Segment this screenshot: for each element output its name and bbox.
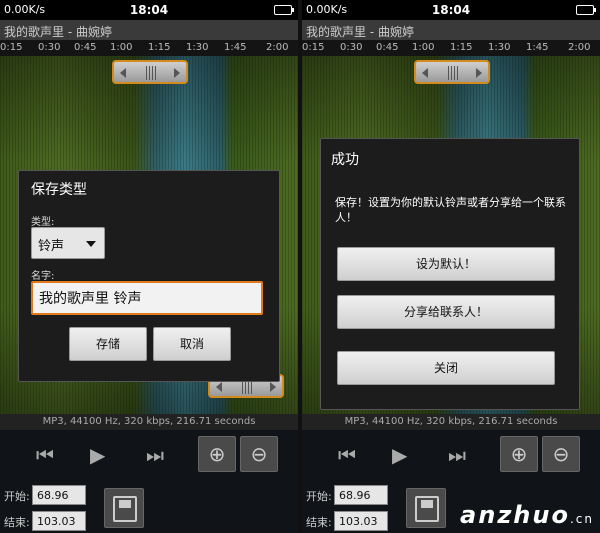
tick-label: 0:45 [376, 42, 399, 53]
name-input[interactable] [31, 281, 263, 315]
dropdown-caret-icon [86, 241, 96, 247]
player-controls: ⏮ ▶ ⏭ ⊕ ⊖ 开始: 68.96 结束: 103.03 [0, 430, 298, 533]
arrow-left-icon [216, 382, 222, 392]
next-button[interactable]: ⏭ [448, 445, 466, 465]
battery-icon [576, 5, 596, 15]
arrow-right-icon [270, 382, 276, 392]
app-title: 我的歌声里 - 曲婉婷 [0, 20, 298, 40]
audio-info: MP3, 44100 Hz, 320 kbps, 216.71 seconds [0, 414, 298, 430]
play-button[interactable]: ▶ [90, 445, 105, 465]
tick-label: 1:00 [412, 42, 435, 53]
start-label: 开始: [4, 490, 30, 503]
tick-label: 0:30 [340, 42, 363, 53]
screenshot: 0.00K/s 18:04 我的歌声里 - 曲婉婷 0:15 0:30 0:45… [0, 0, 600, 533]
tick-label: 1:30 [186, 42, 209, 53]
tick-label: 1:30 [488, 42, 511, 53]
save-button[interactable] [104, 488, 144, 528]
end-label: 结束: [306, 516, 332, 529]
tick-label: 1:00 [110, 42, 133, 53]
tick-label: 1:45 [224, 42, 247, 53]
end-label: 结束: [4, 516, 30, 529]
start-marker-handle[interactable] [112, 60, 188, 84]
dialog-title: 保存类型 [31, 182, 87, 198]
previous-button[interactable]: ⏮ [36, 445, 54, 465]
tick-label: 1:15 [450, 42, 473, 53]
name-label: 名字: [31, 271, 55, 282]
previous-button[interactable]: ⏮ [338, 445, 356, 465]
start-time-field[interactable]: 68.96 [32, 485, 86, 505]
tick-label: 0:45 [74, 42, 97, 53]
arrow-left-icon [120, 68, 126, 78]
set-default-button[interactable]: 设为默认！ [337, 247, 555, 281]
tick-label: 1:45 [526, 42, 549, 53]
type-select[interactable]: 铃声 [31, 227, 105, 259]
app-title: 我的歌声里 - 曲婉婷 [302, 20, 600, 40]
zoom-in-button[interactable]: ⊕ [500, 436, 538, 472]
watermark-suffix: .cn [569, 512, 594, 526]
watermark: anzhuo.cn [460, 501, 594, 529]
start-label: 开始: [306, 490, 332, 503]
store-button[interactable]: 存储 [69, 327, 147, 361]
battery-icon [274, 5, 294, 15]
timeline-ruler: 0:15 0:30 0:45 1:00 1:15 1:30 1:45 2:00 [302, 40, 600, 56]
success-message: 保存！设置为你的默认铃声或者分享给一个联系人！ [335, 196, 566, 224]
type-label: 类型: [31, 217, 55, 228]
type-select-value: 铃声 [38, 239, 65, 254]
arrow-right-icon [476, 68, 482, 78]
save-type-dialog: 保存类型 类型: 铃声 名字: 存储 取消 [18, 170, 280, 382]
start-time-field[interactable]: 68.96 [334, 485, 388, 505]
close-button[interactable]: 关闭 [337, 351, 555, 385]
end-time-field[interactable]: 103.03 [334, 511, 388, 531]
share-contact-button[interactable]: 分享给联系人！ [337, 295, 555, 329]
start-marker-handle[interactable] [414, 60, 490, 84]
zoom-out-button[interactable]: ⊖ [542, 436, 580, 472]
tick-label: 0:15 [302, 42, 325, 53]
status-bar: 0.00K/s 18:04 [0, 0, 298, 20]
arrow-right-icon [174, 68, 180, 78]
floppy-disk-icon [415, 496, 439, 522]
clock: 18:04 [431, 3, 471, 17]
dialog-title: 成功 [331, 152, 359, 168]
tick-label: 2:00 [568, 42, 591, 53]
play-button[interactable]: ▶ [392, 445, 407, 465]
status-bar: 0.00K/s 18:04 [302, 0, 600, 20]
zoom-out-button[interactable]: ⊖ [240, 436, 278, 472]
clock: 18:04 [129, 3, 169, 17]
next-button[interactable]: ⏭ [146, 445, 164, 465]
tick-label: 2:00 [266, 42, 289, 53]
cancel-button[interactable]: 取消 [153, 327, 231, 361]
tick-label: 0:30 [38, 42, 61, 53]
success-dialog: 成功 保存！设置为你的默认铃声或者分享给一个联系人！ 设为默认！ 分享给联系人！… [320, 138, 580, 410]
end-time-field[interactable]: 103.03 [32, 511, 86, 531]
watermark-brand: anzhuo [460, 501, 570, 529]
tick-label: 0:15 [0, 42, 23, 53]
tick-label: 1:15 [148, 42, 171, 53]
phone-left: 0.00K/s 18:04 我的歌声里 - 曲婉婷 0:15 0:30 0:45… [0, 0, 298, 533]
arrow-left-icon [422, 68, 428, 78]
audio-info: MP3, 44100 Hz, 320 kbps, 216.71 seconds [302, 414, 600, 430]
timeline-ruler: 0:15 0:30 0:45 1:00 1:15 1:30 1:45 2:00 [0, 40, 298, 56]
zoom-in-button[interactable]: ⊕ [198, 436, 236, 472]
floppy-disk-icon [113, 496, 137, 522]
phone-right: 0.00K/s 18:04 我的歌声里 - 曲婉婷 0:15 0:30 0:45… [302, 0, 600, 533]
save-button[interactable] [406, 488, 446, 528]
